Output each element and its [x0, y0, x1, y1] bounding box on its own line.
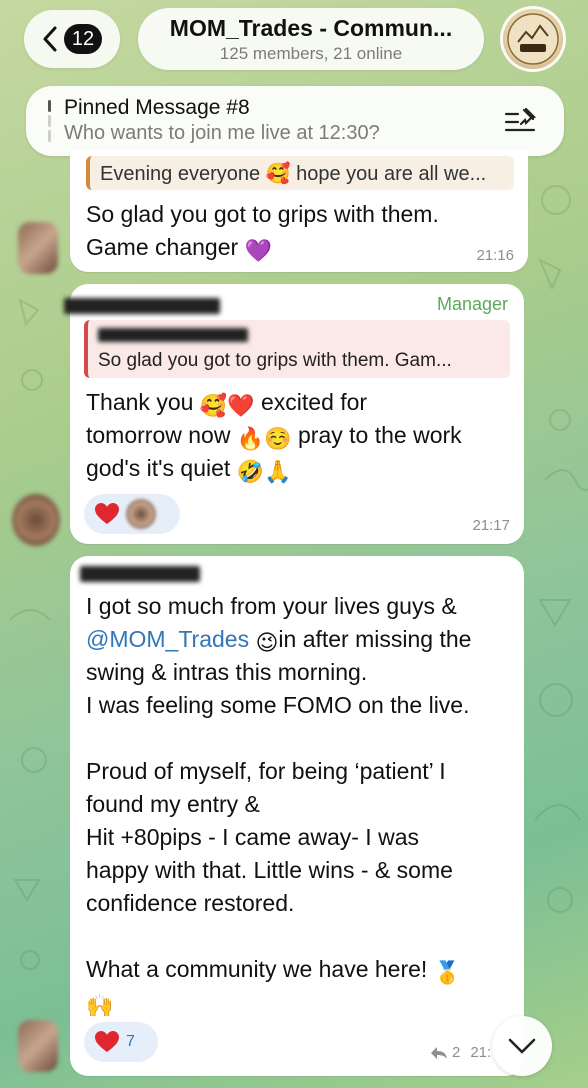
message-text: So glad you got to grips with them. Game…	[86, 198, 439, 264]
message-bubble[interactable]: I got so much from your lives guys & @MO…	[70, 556, 524, 1076]
message-line: @MOM_Trades 😉in after missing the	[86, 623, 471, 656]
message-line-text: pray to the work	[298, 422, 462, 448]
message-line: I was feeling some FOMO on the live.	[86, 692, 470, 718]
sender-avatar[interactable]	[18, 1020, 58, 1072]
message-time: 21:16	[476, 247, 514, 264]
pinned-title: Pinned Message #8	[64, 96, 250, 119]
message-line: swing & intras this morning.	[86, 659, 368, 685]
manager-role-tag: Manager	[436, 294, 508, 314]
message-line: I got so much from your lives guys &	[86, 593, 457, 619]
group-logo-icon	[507, 13, 559, 65]
message-line: found my entry &	[86, 791, 260, 817]
unread-count-badge: 12	[63, 24, 103, 54]
reply-arrow-icon	[431, 1046, 447, 1059]
message-line-text: in after missing the	[278, 626, 472, 652]
reply-preview-text: Evening everyone 🥰 hope you are all we..…	[100, 163, 487, 185]
emoji: 🔥☺️	[236, 427, 292, 452]
reaction-count: 7	[126, 1033, 135, 1050]
message-line: What a community we have here! 🥇	[86, 953, 471, 986]
reactor-avatar-redacted	[126, 499, 156, 529]
message-line-text: god's it's quiet	[86, 455, 231, 481]
message-line-text: Thank you	[86, 389, 194, 415]
chat-subtitle: 125 members, 21 online	[219, 43, 403, 63]
reply-count-indicator[interactable]: 2 21:	[430, 1044, 491, 1061]
message-line-text: tomorrow now	[86, 422, 231, 448]
heart-reaction[interactable]: 7	[84, 1022, 158, 1062]
message-line: Game changer 💜	[86, 231, 439, 264]
message-bubble[interactable]: Evening everyone 🥰 hope you are all we..…	[70, 150, 528, 272]
message-line: confidence restored.	[86, 890, 295, 916]
message-bubble[interactable]: Manager So glad you got to grips with th…	[64, 284, 524, 544]
chevron-down-icon	[508, 1038, 536, 1054]
pin-list-icon[interactable]	[504, 106, 538, 136]
heart-icon	[95, 503, 119, 524]
heart-icon	[95, 1031, 119, 1052]
message-line: 🙌	[86, 986, 471, 1019]
sender-name-redacted	[80, 566, 200, 582]
message-text: Thank you 🥰❤️ excited for tomorrow now 🔥…	[86, 386, 462, 485]
heart-reaction[interactable]	[84, 494, 180, 534]
message-line: god's it's quiet 🤣🙏	[86, 452, 462, 485]
pin-index-indicator	[48, 100, 51, 142]
reply-count: 2	[452, 1044, 461, 1061]
sender-avatar[interactable]	[12, 494, 60, 546]
message-line: Proud of myself, for being ‘patient’ I	[86, 758, 446, 784]
chat-title: MOM_Trades - Commun...	[169, 14, 453, 41]
message-line: Hit +80pips - I came away- I was	[86, 824, 419, 850]
chat-header: 12 MOM_Trades - Commun... 125 members, 2…	[0, 0, 588, 82]
emoji: 🤣🙏	[236, 460, 292, 485]
sender-name-redacted	[64, 298, 220, 314]
group-avatar[interactable]	[500, 6, 566, 72]
chat-title-button[interactable]: MOM_Trades - Commun... 125 members, 21 o…	[138, 8, 484, 70]
reply-author-redacted	[98, 328, 248, 342]
message-line-text: Game changer	[86, 234, 239, 260]
sender-avatar[interactable]	[18, 222, 58, 274]
pinned-message-bar[interactable]: Pinned Message #8 Who wants to join me l…	[26, 86, 564, 156]
reply-preview-text: So glad you got to grips with them. Gam.…	[98, 350, 452, 371]
message-time: 21:17	[472, 517, 510, 534]
reply-preview[interactable]: Evening everyone 🥰 hope you are all we..…	[86, 156, 514, 190]
pinned-preview: Who wants to join me live at 12:30?	[64, 122, 380, 144]
message-line: So glad you got to grips with them.	[86, 201, 439, 227]
reply-preview[interactable]: So glad you got to grips with them. Gam.…	[84, 320, 510, 378]
back-chevron-icon	[43, 26, 57, 52]
raised-hands-emoji: 🙌	[86, 994, 114, 1019]
purple-heart-emoji: 💜	[244, 239, 272, 264]
message-time: 21:	[470, 1044, 492, 1061]
message-text: I got so much from your lives guys & @MO…	[86, 590, 471, 1019]
scroll-to-bottom-button[interactable]	[492, 1016, 552, 1076]
message-line-text: excited for	[260, 389, 368, 415]
medal-emoji: 🥇	[433, 961, 462, 986]
message-line-text: What a community we have here!	[86, 956, 428, 982]
wink-emoji: 😉	[255, 631, 279, 656]
mention-link[interactable]: @MOM_Trades	[86, 626, 249, 652]
message-line: tomorrow now 🔥☺️ pray to the work	[86, 419, 462, 452]
message-line: happy with that. Little wins - & some	[86, 857, 453, 883]
back-button[interactable]: 12	[24, 10, 120, 68]
message-line: Thank you 🥰❤️ excited for	[86, 386, 462, 419]
emoji: 🥰❤️	[199, 394, 255, 419]
